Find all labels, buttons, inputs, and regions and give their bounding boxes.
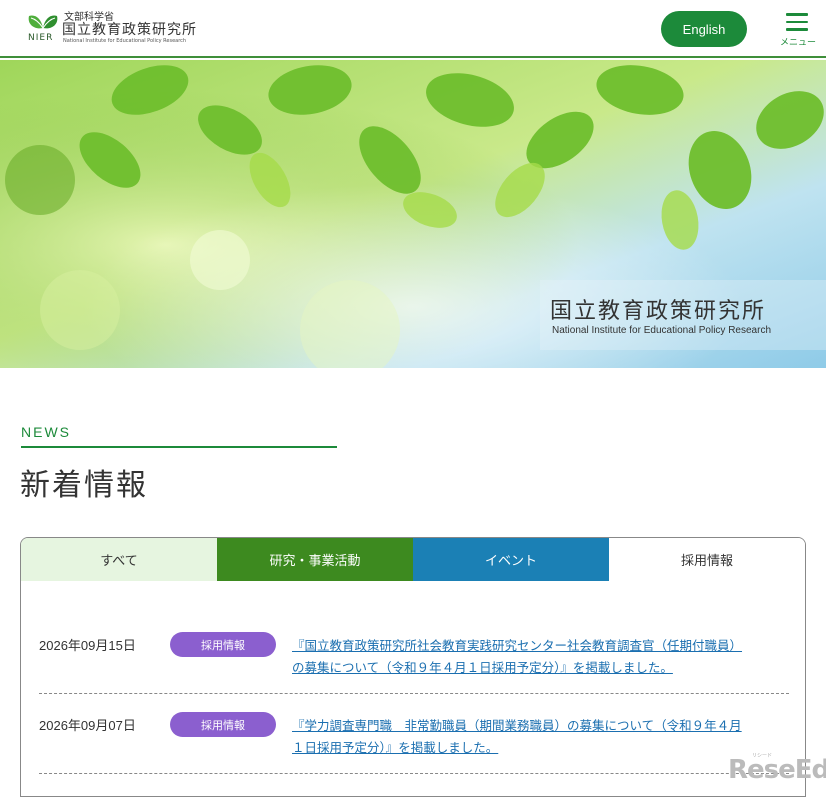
news-panel: すべて 研究・事業活動 イベント 採用情報 2026年09月15日 採用情報 『… [20,537,806,797]
hamburger-icon [786,13,808,31]
news-item-category-badge[interactable]: 採用情報 [170,712,276,737]
news-label: NEWS [21,424,71,440]
news-tabs: すべて 研究・事業活動 イベント 採用情報 [21,538,805,581]
news-item-category-badge[interactable]: 採用情報 [170,632,276,657]
news-item-date: 2026年09月07日 [39,718,136,733]
logo-name-en: National Institute for Educational Polic… [63,38,187,44]
site-logo[interactable]: NIER 文部科学省 国立教育政策研究所 National Institute … [26,8,196,48]
news-item-link-line1: 『国立教育政策研究所社会教育実践研究センター社会教育調査官（任期付職員） [292,638,743,653]
logo-name: 国立教育政策研究所 [62,22,197,38]
news-item-divider [39,773,789,774]
hero-title: 国立教育政策研究所 [550,299,767,324]
tab-all[interactable]: すべて [21,538,217,581]
leaf-logo-icon [28,15,58,29]
watermark-logo: ReseEd [728,755,826,785]
site-header: NIER 文部科学省 国立教育政策研究所 National Institute … [0,0,826,58]
tab-event[interactable]: イベント [413,538,609,581]
tab-research[interactable]: 研究・事業活動 [217,538,413,581]
news-item-link-line2: １日採用予定分）』を掲載しました。 [292,740,499,755]
news-item-link[interactable]: 『国立教育政策研究所社会教育実践研究センター社会教育調査官（任期付職員） の募集… [292,635,792,679]
hero-banner: 国立教育政策研究所 National Institute for Educati… [0,60,826,368]
news-item-link-line2: の募集について（令和９年４月１日採用予定分）』を掲載しました。 [292,660,673,675]
menu-button[interactable]: メニュー [776,11,820,51]
news-item-link[interactable]: 『学力調査専門職 非常勤職員（期間業務職員）の募集について（令和９年４月 １日採… [292,715,792,759]
news-underline [21,446,337,448]
english-button[interactable]: English [661,11,747,47]
menu-label: メニュー [779,38,816,48]
news-item-date: 2026年09月15日 [39,638,136,653]
logo-acronym: NIER [28,33,54,43]
news-item-divider [39,693,789,694]
news-item-link-line1: 『学力調査専門職 非常勤職員（期間業務職員）の募集について（令和９年４月 [292,718,742,733]
news-title: 新着情報 [20,468,148,503]
hero-subtitle: National Institute for Educational Polic… [552,325,772,336]
tab-recruitment[interactable]: 採用情報 [609,538,805,581]
